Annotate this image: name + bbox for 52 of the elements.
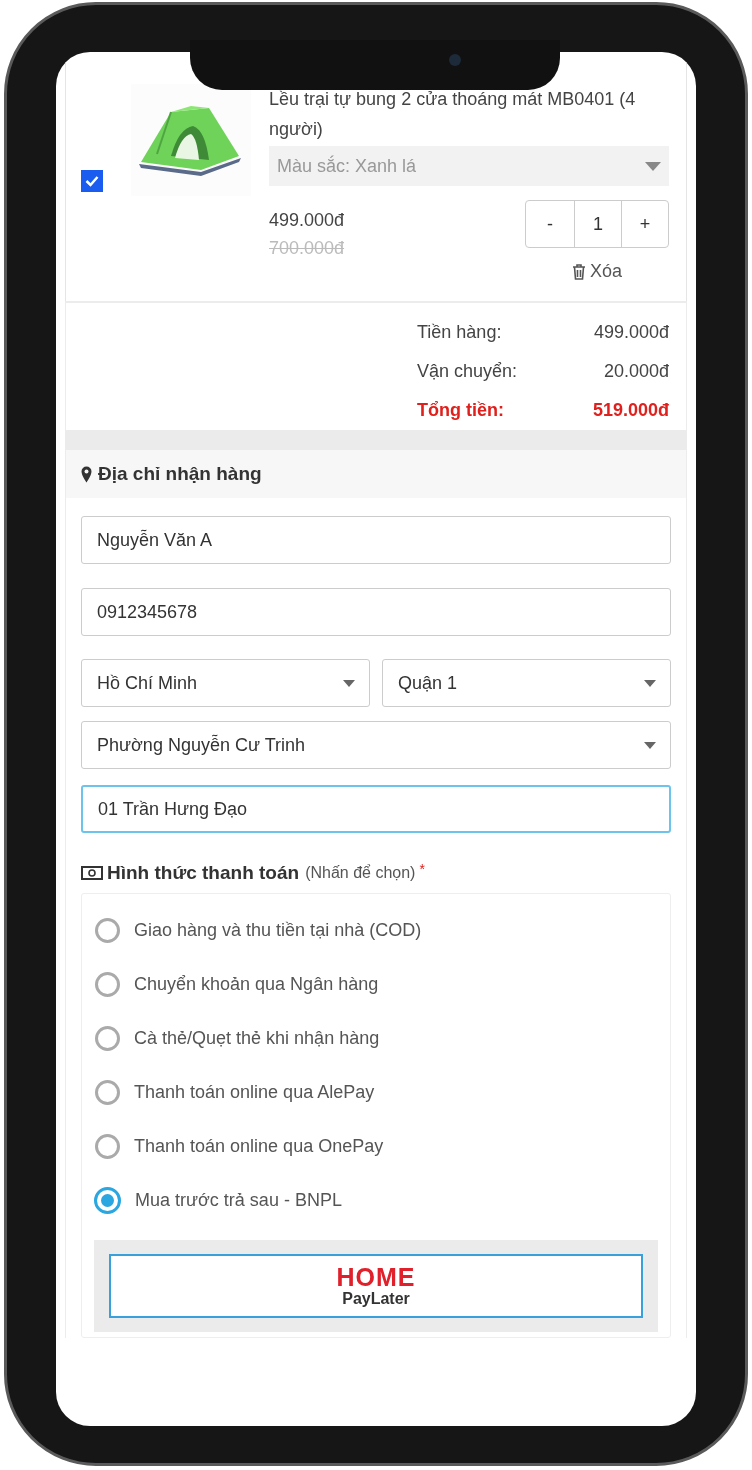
provider-button[interactable]: HOME PayLater bbox=[109, 1253, 643, 1318]
radio-button[interactable] bbox=[95, 1080, 120, 1105]
option-label: Mua trước trả sau - BNPL bbox=[135, 1189, 342, 1212]
quantity-field[interactable]: 1 bbox=[574, 201, 622, 247]
phone-field[interactable]: 0912345678 bbox=[81, 588, 671, 636]
province-select[interactable]: Hồ Chí Minh bbox=[81, 659, 370, 707]
payment-option[interactable]: Cà thẻ/Quẹt thẻ khi nhận hàng bbox=[94, 1011, 658, 1066]
payment-option[interactable]: Giao hàng và thu tiền tại nhà (COD) bbox=[94, 903, 658, 958]
summary-label: Vận chuyển: bbox=[417, 360, 519, 383]
decrement-button[interactable]: - bbox=[526, 201, 574, 247]
hint-text: (Nhấn để chọn) bbox=[305, 863, 416, 884]
ward-select[interactable]: Phường Nguyễn Cư Trinh bbox=[81, 721, 671, 769]
payment-option[interactable]: Chuyển khoản qua Ngân hàng bbox=[94, 957, 658, 1012]
trash-icon bbox=[572, 263, 586, 280]
option-label: Giao hàng và thu tiền tại nhà (COD) bbox=[134, 919, 422, 942]
summary-label: Tổng tiền: bbox=[417, 399, 505, 422]
caret-icon bbox=[645, 161, 661, 171]
option-label: Thanh toán online qua AlePay bbox=[134, 1081, 375, 1104]
money-icon bbox=[81, 865, 103, 882]
section-title: Địa chỉ nhận hàng bbox=[98, 461, 262, 486]
radio-button[interactable] bbox=[95, 972, 120, 997]
product-title: Lều trại tự bung 2 cửa thoáng mát MB0401 (4 người) bbox=[269, 88, 637, 141]
option-label: Thanh toán online qua OnePay bbox=[134, 1135, 384, 1158]
caret-icon bbox=[343, 679, 355, 687]
option-label: Chuyển khoản qua Ngân hàng bbox=[134, 973, 379, 996]
option-label: Cà thẻ/Quẹt thẻ khi nhận hàng bbox=[134, 1027, 380, 1050]
summary-label: Tiền hàng: bbox=[417, 321, 503, 344]
summary-value: 499.000đ bbox=[592, 321, 669, 344]
name-field[interactable]: Nguyễn Văn A bbox=[81, 516, 671, 564]
district-select[interactable]: Quận 1 bbox=[382, 659, 671, 707]
section-title: Hình thức thanh toán bbox=[107, 861, 300, 885]
camera-icon bbox=[449, 54, 461, 66]
payment-option[interactable]: Thanh toán online qua OnePay bbox=[94, 1119, 658, 1174]
payment-option[interactable]: Thanh toán online qua AlePay bbox=[94, 1065, 658, 1120]
radio-button[interactable] bbox=[95, 1026, 120, 1051]
summary-value: 519.000đ bbox=[592, 399, 669, 422]
required-mark: * bbox=[419, 860, 425, 879]
checkbox[interactable] bbox=[81, 170, 103, 192]
caret-icon bbox=[644, 741, 656, 749]
caret-icon bbox=[644, 679, 656, 687]
summary-value: 20.000đ bbox=[602, 360, 669, 383]
payment-option[interactable]: Mua trước trả sau - BNPL bbox=[94, 1173, 658, 1228]
price: 499.000đ bbox=[269, 209, 345, 232]
increment-button[interactable]: + bbox=[622, 201, 668, 247]
location-pin-icon bbox=[81, 465, 92, 483]
check-icon bbox=[85, 175, 99, 187]
radio-button[interactable] bbox=[95, 918, 120, 943]
radio-button[interactable] bbox=[95, 1134, 120, 1159]
remove-button[interactable]: Xóa bbox=[572, 258, 622, 285]
old-price: 700.000đ bbox=[269, 237, 345, 260]
street-field[interactable]: 01 Trần Hưng Đạo bbox=[81, 785, 671, 833]
radio-button[interactable] bbox=[94, 1187, 121, 1214]
